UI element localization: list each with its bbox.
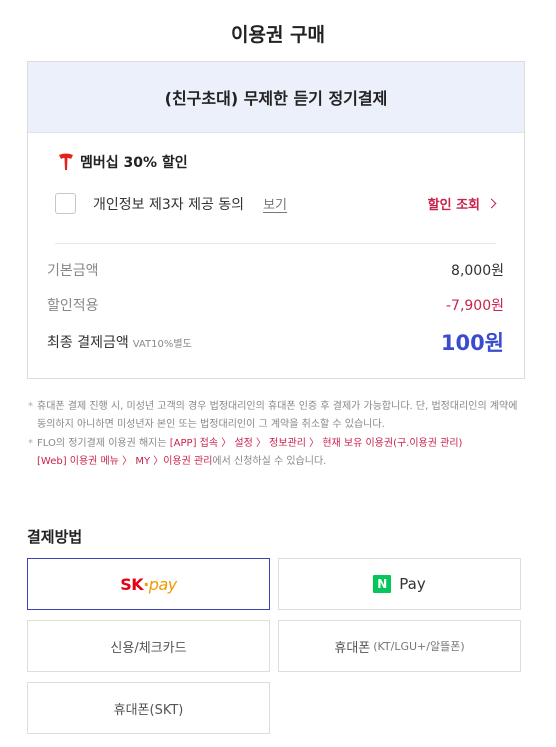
sk-pay-logo: SK·pay [120,574,177,594]
sk-pay-text: pay [148,574,177,594]
discount-label: 할인적용 [47,298,99,314]
naver-pay-button[interactable]: N Pay [278,558,521,610]
naver-pay-label: Pay [399,575,426,593]
membership-label: 멤버십 30% 할인 [80,155,188,171]
consent-checkbox[interactable] [55,193,76,214]
t-membership-icon [59,153,73,170]
discount-row: 할인적용 -7,900원 [47,295,504,315]
product-card: (친구초대) 무제한 듣기 정기결제 멤버십 30% 할인 개인정보 제3자 제… [27,61,525,379]
asterisk-icon: * [28,438,33,449]
notice-item: * 휴대폰 결제 진행 시, 미성년 고객의 경우 법정대리인의 휴대폰 인증 … [28,398,528,434]
discount-lookup-button[interactable]: 할인 조회 [427,194,497,213]
phone-skt-payment-button[interactable]: 휴대폰(SKT) [27,682,270,734]
card-payment-button[interactable]: 신용/체크카드 [27,620,270,672]
sk-text: SK [120,574,144,594]
card-payment-label: 신용/체크카드 [110,640,187,656]
naver-pay-logo: N Pay [373,575,426,593]
phone-carrier-note: (KT/LGU+/알뜰폰) [373,640,465,653]
notice-text-2-prefix: FLO의 정기결제 이용권 해지는 [37,438,170,449]
naver-n-icon: N [373,575,392,593]
divider [55,243,496,244]
notice-app-path: [APP] 접속 〉 설정 〉 정보관리 〉 현재 보유 이용권(구.이용권 관… [169,438,463,449]
base-price-label: 기본금액 [47,263,99,279]
final-price-label-wrap: 최종 결제금액 VAT10%별도 [47,332,192,352]
notice-item: * FLO의 정기결제 이용권 해지는 [APP] 접속 〉 설정 〉 정보관리… [28,435,528,471]
asterisk-icon: * [28,401,33,412]
payment-method-title: 결제방법 [27,528,83,546]
notice-list: * 휴대폰 결제 진행 시, 미성년 고객의 경우 법정대리인의 휴대폰 인증 … [28,398,528,472]
base-price-value: 8,000원 [451,263,504,279]
final-price-label: 최종 결제금액 [47,335,129,351]
vat-note: VAT10%별도 [132,339,192,350]
discount-lookup-label: 할인 조회 [427,198,480,213]
phone-payment-label: 휴대폰 [334,640,371,656]
phone-payment-button[interactable]: 휴대폰 (KT/LGU+/알뜰폰) [278,620,521,672]
final-price-row: 최종 결제금액 VAT10%별도 100원 [47,327,504,357]
notice-text-2-suffix: 에서 신청하실 수 있습니다. [212,456,327,467]
chevron-right-icon [486,198,497,209]
final-price-value: 100원 [440,331,504,355]
notice-web-path: [Web] 이용권 메뉴 〉 MY 〉이용권 관리 [37,456,213,467]
discount-value: -7,900원 [445,298,504,314]
view-terms-link[interactable]: 보기 [263,194,287,213]
base-price-row: 기본금액 8,000원 [47,260,504,280]
sk-pay-button[interactable]: SK·pay [27,558,270,610]
membership-discount: 멤버십 30% 할인 [58,152,188,172]
product-name: (친구초대) 무제한 듣기 정기결제 [28,62,524,133]
consent-label[interactable]: 개인정보 제3자 제공 동의 [93,194,244,214]
phone-skt-label: 휴대폰(SKT) [113,702,184,718]
consent-row: 개인정보 제3자 제공 동의 보기 [55,193,287,214]
page-title: 이용권 구매 [230,24,325,46]
notice-text-1: 휴대폰 결제 진행 시, 미성년 고객의 경우 법정대리인의 휴대폰 인증 후 … [37,401,518,430]
